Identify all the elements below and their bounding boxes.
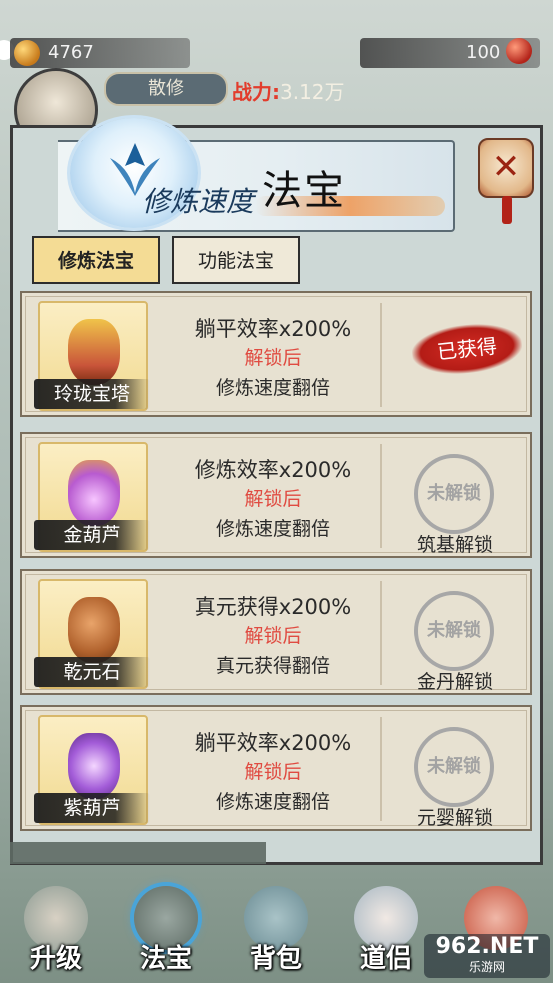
treasure-item[interactable]: 紫葫芦 躺平效率x200% 解锁后 修炼速度翻倍 未解锁 元婴解锁	[20, 705, 532, 831]
gem-icon	[506, 38, 532, 64]
tab-function-treasure[interactable]: 功能法宝	[172, 236, 300, 284]
rank-badge: 散修	[104, 72, 228, 106]
treasure-name: 金葫芦	[34, 520, 150, 550]
coin-count: 4767	[48, 42, 94, 63]
dialog-subtitle: 修炼速度	[142, 185, 255, 218]
treasure-effect: 真元获得x200%	[194, 595, 352, 619]
divider	[380, 581, 382, 685]
divider	[380, 303, 382, 407]
treasure-name: 紫葫芦	[34, 793, 150, 823]
nav-treasure[interactable]: 法宝	[114, 880, 218, 980]
treasure-benefit: 修炼速度翻倍	[215, 791, 330, 813]
nav-bag[interactable]: 背包	[224, 880, 328, 980]
nav-label: 法宝	[139, 944, 192, 974]
treasure-benefit: 修炼速度翻倍	[215, 377, 330, 399]
treasure-effect: 躺平效率x200%	[194, 317, 352, 341]
unlock-requirement: 元婴解锁	[416, 807, 493, 829]
watermark-main: 962.NET	[435, 934, 539, 959]
unlock-requirement: 金丹解锁	[416, 671, 493, 693]
pagoda-icon	[68, 319, 120, 385]
nav-label: 背包	[249, 944, 302, 974]
nav-upgrade[interactable]: 升级	[4, 880, 108, 980]
dialog-title: 法宝	[262, 168, 346, 214]
treasure-name: 玲珑宝塔	[34, 379, 150, 409]
treasure-item[interactable]: 金葫芦 修炼效率x200% 解锁后 修炼速度翻倍 未解锁 筑基解锁	[20, 432, 532, 558]
treasure-effect: 修炼效率x200%	[194, 458, 352, 482]
close-button[interactable]: ✕	[478, 138, 534, 198]
treasure-condition: 解锁后	[244, 488, 302, 510]
locked-badge: 未解锁	[414, 591, 494, 671]
watermark-logo: 962.NET 乐游网	[424, 934, 550, 978]
nav-companion[interactable]: 道侣	[334, 880, 438, 980]
close-icon: ✕	[491, 147, 521, 187]
divider	[380, 717, 382, 821]
locked-badge: 未解锁	[414, 454, 494, 534]
tassel-decoration	[502, 196, 512, 224]
nav-label: 道侣	[359, 944, 412, 974]
golden-gourd-icon	[68, 460, 120, 526]
treasure-benefit: 修炼速度翻倍	[215, 518, 330, 540]
background-status-strip	[10, 842, 266, 864]
treasure-effect: 躺平效率x200%	[194, 731, 352, 755]
power-value: 3.12万	[280, 80, 345, 104]
treasure-name: 乾元石	[34, 657, 150, 687]
treasure-condition: 解锁后	[244, 347, 302, 369]
treasure-condition: 解锁后	[244, 625, 302, 647]
treasure-list: 玲珑宝塔 躺平效率x200% 解锁后 修炼速度翻倍 已获得 金葫芦 修炼效率x2…	[14, 287, 536, 861]
tab-cultivation-treasure[interactable]: 修炼法宝	[32, 236, 160, 284]
treasure-item[interactable]: 玲珑宝塔 躺平效率x200% 解锁后 修炼速度翻倍 已获得	[20, 291, 532, 417]
unlock-requirement: 筑基解锁	[416, 534, 493, 556]
locked-badge: 未解锁	[414, 727, 494, 807]
treasure-condition: 解锁后	[244, 761, 302, 783]
gem-count: 100	[466, 42, 501, 63]
power-label: 战力:	[232, 80, 280, 104]
treasure-item[interactable]: 乾元石 真元获得x200% 解锁后 真元获得翻倍 未解锁 金丹解锁	[20, 569, 532, 695]
combat-power: 战力:3.12万	[232, 76, 345, 105]
coin-icon	[14, 40, 40, 66]
purple-gourd-icon	[68, 733, 120, 799]
watermark-sub: 乐游网	[468, 960, 505, 974]
stone-icon	[68, 597, 120, 663]
divider	[380, 444, 382, 548]
treasure-benefit: 真元获得翻倍	[215, 655, 330, 677]
nav-label: 升级	[29, 944, 82, 974]
